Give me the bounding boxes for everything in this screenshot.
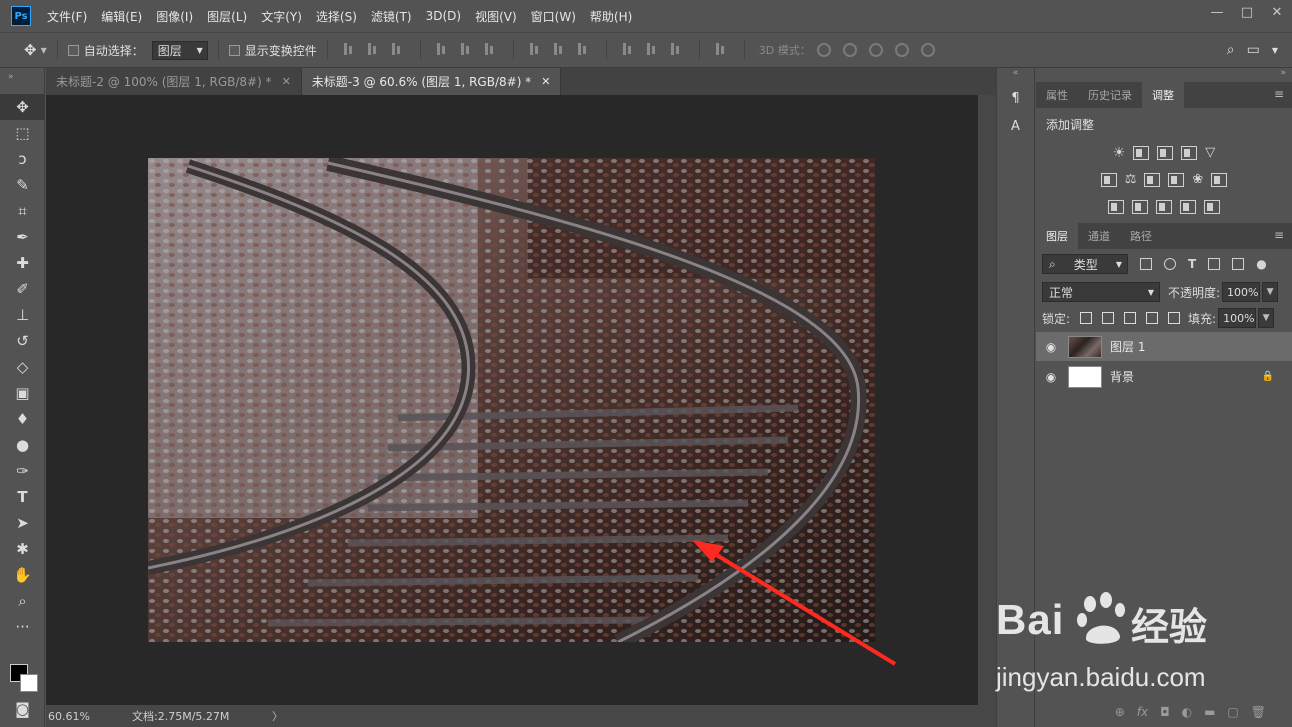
layer-row-background[interactable]: ◉ 背景 🔒 (1036, 362, 1292, 391)
document-size-info: 文档:2.75M/5.27M (132, 710, 230, 723)
visibility-eye-icon[interactable]: ◉ (1036, 340, 1066, 354)
watermark-url: jingyan.baidu.com (996, 662, 1206, 692)
adjustments-row: ⚖ ❀ (1036, 166, 1292, 193)
opacity-label: 不透明度: (1168, 285, 1221, 300)
add-mask-icon[interactable]: ◘ (1160, 705, 1170, 719)
status-menu-icon[interactable]: 〉 (272, 708, 283, 724)
brightness-icon[interactable]: ☀ (1113, 145, 1126, 161)
tab-paths[interactable]: 路径 (1120, 223, 1162, 249)
color-lookup-icon[interactable] (1211, 172, 1228, 187)
chevron-down-icon: ▼ (1115, 259, 1122, 269)
new-layer-icon[interactable]: ▢ (1227, 705, 1238, 719)
watermark-brand-cn: 经验 (1131, 607, 1208, 649)
layer-name: 背景 (1110, 370, 1135, 384)
adjustments-row: ☀ ▽ (1036, 139, 1292, 166)
properties-tabs: 属性 历史记录 调整 ≡ (1036, 82, 1292, 108)
tab-properties[interactable]: 属性 (1036, 82, 1078, 108)
lock-all-icon[interactable] (1168, 312, 1181, 324)
lock-label: 锁定: (1042, 311, 1071, 326)
search-icon: ⌕ (1049, 256, 1056, 271)
filter-pixel-icon[interactable] (1140, 258, 1152, 270)
filter-shape-icon[interactable] (1208, 258, 1221, 270)
watermark-brand: Bai (996, 596, 1065, 643)
lock-transparent-icon[interactable] (1080, 312, 1093, 324)
layer-row-layer1[interactable]: ◉ 图层 1 (1036, 332, 1292, 361)
filter-toggle-icon[interactable]: ● (1256, 257, 1266, 271)
fill-input[interactable]: 100% (1218, 308, 1257, 328)
lock-icon[interactable]: 🔒 (1262, 371, 1274, 382)
photo-filter-icon[interactable] (1168, 172, 1185, 187)
link-layers-icon[interactable]: ⊕ (1115, 705, 1125, 719)
lock-position-icon[interactable] (1124, 312, 1137, 324)
fill-label: 填充: (1188, 311, 1217, 326)
layer-filter-row: ⌕ 类型 ▼ T ● (1036, 249, 1292, 279)
channel-mixer-icon[interactable]: ❀ (1192, 172, 1203, 187)
character-panel-icon[interactable]: A (997, 112, 1034, 140)
chevron-down-icon[interactable]: ▼ (1262, 282, 1279, 302)
filter-adjustment-icon[interactable] (1164, 258, 1176, 270)
blend-mode-value: 正常 (1049, 285, 1074, 300)
tab-history[interactable]: 历史记录 (1078, 82, 1142, 108)
filter-type-icon[interactable]: T (1188, 257, 1196, 271)
color-balance-icon[interactable]: ⚖ (1125, 172, 1137, 187)
adjustments-row (1036, 193, 1292, 220)
tab-layers[interactable]: 图层 (1036, 223, 1078, 249)
new-group-icon[interactable]: ▬ (1204, 705, 1215, 719)
zoom-level[interactable]: 60.61% (46, 710, 102, 723)
black-white-icon[interactable] (1144, 172, 1161, 187)
layer-style-icon[interactable]: fx (1137, 705, 1148, 719)
layers-footer: ⊕ fx ◘ ◐ ▬ ▢ 🗑 (1036, 697, 1292, 727)
delete-layer-icon[interactable]: 🗑 (1251, 705, 1266, 719)
layer-filter-dropdown[interactable]: ⌕ 类型 ▼ (1042, 254, 1128, 274)
layer-thumbnail (1068, 365, 1102, 388)
chevron-down-icon: ▼ (1147, 287, 1154, 297)
lock-artboard-icon[interactable] (1146, 312, 1159, 324)
threshold-icon[interactable] (1156, 199, 1172, 214)
hue-saturation-icon[interactable] (1100, 172, 1117, 187)
visibility-eye-icon[interactable]: ◉ (1036, 370, 1066, 384)
collapse-strip-icon[interactable]: « (997, 68, 1034, 84)
paragraph-panel-icon[interactable]: ¶ (997, 84, 1034, 112)
layer-name: 图层 1 (1110, 340, 1146, 354)
collapse-panels-icon[interactable]: » (1036, 68, 1292, 82)
paw-icon (1077, 592, 1125, 644)
posterize-icon[interactable] (1132, 199, 1148, 214)
filter-smart-object-icon[interactable] (1232, 258, 1245, 270)
tab-channels[interactable]: 通道 (1078, 223, 1120, 249)
chevron-down-icon[interactable]: ▼ (1258, 308, 1275, 328)
adjustments-title: 添加调整 (1046, 118, 1095, 132)
curves-icon[interactable] (1157, 145, 1174, 160)
status-bar: 60.61% 文档:2.75M/5.27M 〉 (46, 705, 996, 727)
layer-filter-value: 类型 (1073, 257, 1098, 272)
blend-mode-dropdown[interactable]: 正常 ▼ (1042, 282, 1160, 302)
new-adjustment-layer-icon[interactable]: ◐ (1182, 705, 1192, 719)
gradient-map-icon[interactable] (1204, 199, 1220, 214)
blend-row: 正常 ▼ 不透明度: 100% ▼ (1036, 279, 1292, 305)
panel-menu-icon[interactable]: ≡ (1274, 228, 1284, 242)
levels-icon[interactable] (1133, 145, 1150, 160)
selective-color-icon[interactable] (1180, 199, 1196, 214)
lock-pixels-icon[interactable] (1102, 312, 1115, 324)
tab-adjustments[interactable]: 调整 (1142, 82, 1184, 108)
baidu-jingyan-watermark: Bai 经验 jingyan.baidu.com (996, 590, 1276, 700)
invert-icon[interactable] (1108, 199, 1124, 214)
opacity-input[interactable]: 100% (1222, 282, 1261, 302)
lock-row: 锁定: 填充: 100% ▼ (1036, 305, 1292, 331)
arrow-to-canvas-icon (692, 540, 897, 666)
layers-tabs: 图层 通道 路径 ≡ (1036, 223, 1292, 249)
vibrance-icon[interactable]: ▽ (1205, 145, 1215, 160)
panel-menu-icon[interactable]: ≡ (1274, 87, 1284, 101)
exposure-icon[interactable] (1181, 145, 1198, 160)
layer-thumbnail (1068, 335, 1102, 358)
